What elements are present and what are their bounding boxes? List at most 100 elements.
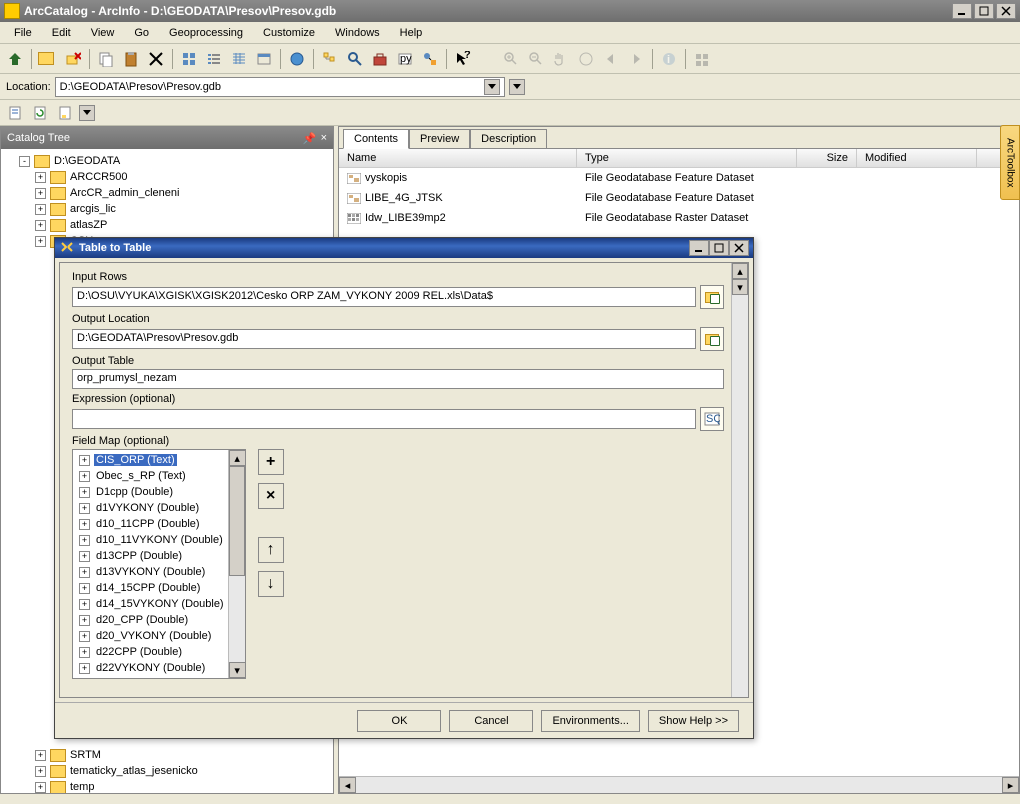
- tb-back-icon[interactable]: [600, 48, 622, 70]
- tb-connect-folder-icon[interactable]: [37, 48, 59, 70]
- tree-label[interactable]: D:\GEODATA: [54, 155, 120, 167]
- tree-expander-icon[interactable]: +: [35, 172, 46, 183]
- tb-launch-arcmap-icon[interactable]: [286, 48, 308, 70]
- close-button[interactable]: [996, 3, 1016, 19]
- scroll-left-icon[interactable]: ◂: [339, 777, 356, 793]
- remove-field-button[interactable]: ×: [258, 483, 284, 509]
- field-map-list[interactable]: +CIS_ORP (Text)+Obec_s_RP (Text)+D1cpp (…: [72, 449, 246, 679]
- list-item[interactable]: vyskopisFile Geodatabase Feature Dataset: [339, 168, 1019, 188]
- tree-label[interactable]: ARCCR500: [70, 171, 127, 183]
- environments-button[interactable]: Environments...: [541, 710, 639, 732]
- tb-delete-icon[interactable]: [145, 48, 167, 70]
- autohide-pin-icon[interactable]: 📌: [303, 132, 317, 145]
- menu-geoprocessing[interactable]: Geoprocessing: [161, 25, 251, 41]
- tree-expander-icon[interactable]: +: [79, 503, 90, 514]
- menu-customize[interactable]: Customize: [255, 25, 323, 41]
- minimize-button[interactable]: [952, 3, 972, 19]
- dialog-titlebar[interactable]: Table to Table: [55, 238, 753, 258]
- field-map-item[interactable]: +d14_15VYKONY (Double): [75, 596, 226, 612]
- list-item[interactable]: LIBE_4G_JTSKFile Geodatabase Feature Dat…: [339, 188, 1019, 208]
- tree-expander-icon[interactable]: -: [19, 156, 30, 167]
- tab-preview[interactable]: Preview: [409, 129, 470, 148]
- tb-zoom-out-icon[interactable]: [525, 48, 547, 70]
- input-rows-field[interactable]: D:\OSU\VYUKA\XGISK\XGISK2012\Cesko ORP Z…: [72, 287, 696, 307]
- tree-item[interactable]: +SRTM: [3, 747, 331, 763]
- menu-windows[interactable]: Windows: [327, 25, 388, 41]
- tree-item[interactable]: +tematicky_atlas_jesenicko: [3, 763, 331, 779]
- field-map-item[interactable]: +Obec_s_RP (Text): [75, 468, 226, 484]
- output-location-field[interactable]: D:\GEODATA\Presov\Presov.gdb: [72, 329, 696, 349]
- output-table-field[interactable]: orp_prumysl_nezam: [72, 369, 724, 389]
- tb-catalog-tree-icon[interactable]: [319, 48, 341, 70]
- scroll-down-icon[interactable]: ▾: [229, 662, 246, 678]
- tree-item[interactable]: +ArcCR_admin_cleneni: [3, 185, 331, 201]
- panel-close-icon[interactable]: ×: [321, 132, 327, 144]
- tree-expander-icon[interactable]: +: [79, 599, 90, 610]
- column-header[interactable]: Size: [797, 149, 857, 167]
- field-map-item[interactable]: +d23CPP (Double): [75, 676, 226, 678]
- tree-expander-icon[interactable]: +: [79, 631, 90, 642]
- tree-expander-icon[interactable]: +: [35, 204, 46, 215]
- tb-list-icon[interactable]: [203, 48, 225, 70]
- tb-identify-icon[interactable]: i: [658, 48, 680, 70]
- tree-expander-icon[interactable]: +: [79, 663, 90, 674]
- scroll-up-icon[interactable]: ▴: [229, 450, 246, 466]
- maximize-button[interactable]: [974, 3, 994, 19]
- dialog-minimize-button[interactable]: [689, 240, 709, 256]
- tab-description[interactable]: Description: [470, 129, 547, 148]
- field-map-item[interactable]: +d22VYKONY (Double): [75, 660, 226, 676]
- tree-label[interactable]: atlasZP: [70, 219, 107, 231]
- move-down-button[interactable]: ↓: [258, 571, 284, 597]
- menu-file[interactable]: File: [6, 25, 40, 41]
- field-map-item[interactable]: +d1VYKONY (Double): [75, 500, 226, 516]
- field-map-item[interactable]: +d14_15CPP (Double): [75, 580, 226, 596]
- field-map-item[interactable]: +d13CPP (Double): [75, 548, 226, 564]
- tree-label[interactable]: temp: [70, 781, 94, 793]
- dialog-close-button[interactable]: [729, 240, 749, 256]
- tb-modelbuilder-icon[interactable]: [419, 48, 441, 70]
- menu-help[interactable]: Help: [392, 25, 431, 41]
- field-map-item[interactable]: +d13VYKONY (Double): [75, 564, 226, 580]
- location-input[interactable]: D:\GEODATA\Presov\Presov.gdb: [55, 77, 505, 97]
- arctoolbox-dock-tab[interactable]: ArcToolbox: [1000, 125, 1020, 200]
- dialog-scrollbar[interactable]: ▴ ▾: [731, 263, 748, 697]
- tree-expander-icon[interactable]: +: [79, 471, 90, 482]
- tree-item[interactable]: - D:\GEODATA: [3, 153, 331, 169]
- column-header[interactable]: Type: [577, 149, 797, 167]
- tb2-properties-icon[interactable]: [54, 102, 76, 124]
- tree-expander-icon[interactable]: +: [79, 615, 90, 626]
- tree-item[interactable]: +atlasZP: [3, 217, 331, 233]
- scroll-thumb[interactable]: [229, 466, 245, 576]
- tb-python-icon[interactable]: py: [394, 48, 416, 70]
- tree-label[interactable]: ArcCR_admin_cleneni: [70, 187, 179, 199]
- tree-expander-icon[interactable]: +: [79, 535, 90, 546]
- tb2-refresh-icon[interactable]: [29, 102, 51, 124]
- tb2-dropdown-icon[interactable]: [79, 105, 95, 121]
- tb-disconnect-icon[interactable]: [62, 48, 84, 70]
- tree-expander-icon[interactable]: +: [79, 583, 90, 594]
- tb-pan-icon[interactable]: [550, 48, 572, 70]
- tb-create-thumbnail-icon[interactable]: [691, 48, 713, 70]
- tb-forward-icon[interactable]: [625, 48, 647, 70]
- menu-view[interactable]: View: [83, 25, 123, 41]
- scroll-down-icon[interactable]: ▾: [732, 279, 748, 295]
- ok-button[interactable]: OK: [357, 710, 441, 732]
- tb-zoom-in-icon[interactable]: [500, 48, 522, 70]
- tree-expander-icon[interactable]: +: [79, 647, 90, 658]
- field-map-item[interactable]: +CIS_ORP (Text): [75, 452, 226, 468]
- tree-expander-icon[interactable]: +: [79, 455, 90, 466]
- tb-up-icon[interactable]: [4, 48, 26, 70]
- cancel-button[interactable]: Cancel: [449, 710, 533, 732]
- tb-help-cursor-icon[interactable]: ?: [452, 48, 474, 70]
- tree-item[interactable]: + ARCCR500: [3, 169, 331, 185]
- column-header[interactable]: Modified: [857, 149, 977, 167]
- location-dropdown-alt-icon[interactable]: [509, 79, 525, 95]
- tree-item[interactable]: +arcgis_lic: [3, 201, 331, 217]
- scrollbar-vertical[interactable]: ▴ ▾: [228, 450, 245, 678]
- tab-contents[interactable]: Contents: [343, 129, 409, 149]
- expression-field[interactable]: [72, 409, 696, 429]
- tb-search-icon[interactable]: [344, 48, 366, 70]
- sql-button[interactable]: SQL: [700, 407, 724, 431]
- tb-large-icons-icon[interactable]: [178, 48, 200, 70]
- scrollbar-horizontal[interactable]: ◂ ▸: [339, 776, 1019, 793]
